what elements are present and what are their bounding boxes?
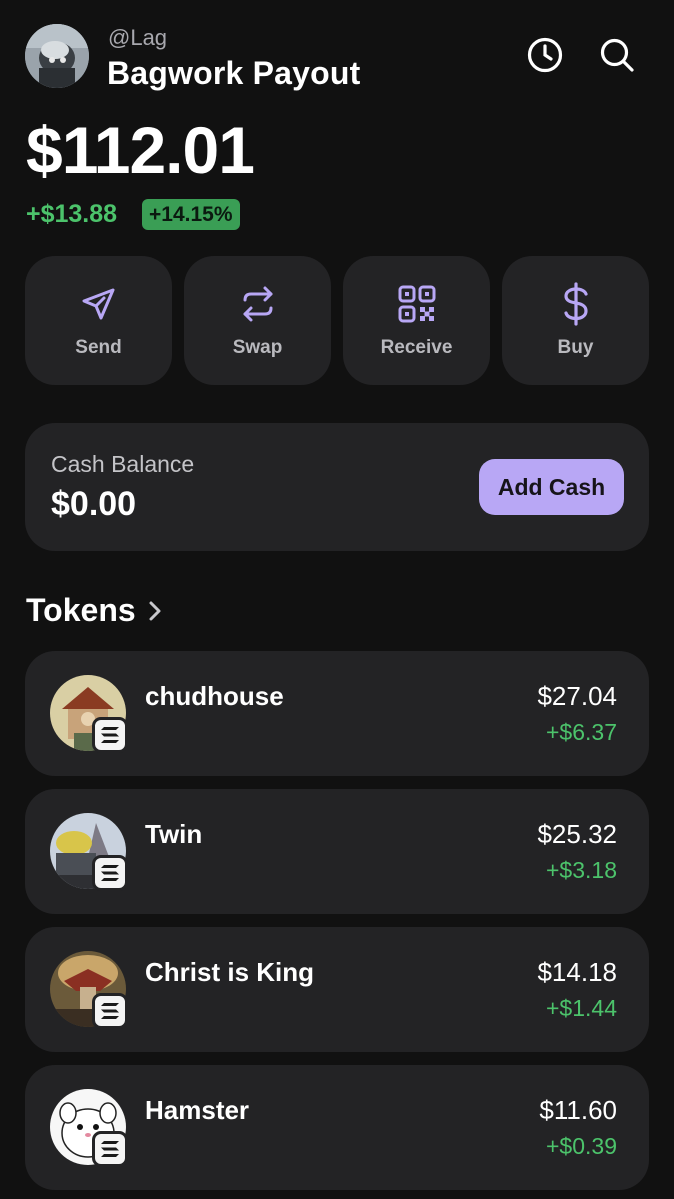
token-name: chudhouse xyxy=(145,681,284,711)
portfolio-total: $112.01 xyxy=(26,113,255,187)
quick-actions: Send Swap Receive Buy xyxy=(25,256,649,385)
tokens-section-header[interactable]: Tokens xyxy=(26,592,162,629)
token-change: +$3.18 xyxy=(546,857,617,883)
token-change: +$1.44 xyxy=(546,995,617,1021)
token-row[interactable]: Christ is King $14.18 +$1.44 xyxy=(25,927,649,1052)
cash-balance-value: $0.00 xyxy=(51,485,137,523)
add-cash-button[interactable]: Add Cash xyxy=(479,459,624,515)
wallet-name[interactable]: Bagwork Payout xyxy=(107,55,361,92)
user-handle: @Lag xyxy=(108,25,168,50)
search-icon[interactable] xyxy=(596,34,638,76)
cash-balance-label: Cash Balance xyxy=(51,451,195,477)
solana-chain-badge xyxy=(92,855,128,891)
tokens-title: Tokens xyxy=(26,592,136,628)
receive-button[interactable]: Receive xyxy=(343,256,490,385)
receive-label: Receive xyxy=(380,337,453,358)
avatar[interactable] xyxy=(25,24,89,88)
token-name: Hamster xyxy=(145,1095,250,1125)
history-icon[interactable] xyxy=(524,34,566,76)
solana-chain-badge xyxy=(92,717,128,753)
send-label: Send xyxy=(75,337,122,358)
token-change: +$6.37 xyxy=(546,719,617,745)
token-row[interactable]: Hamster $11.60 +$0.39 xyxy=(25,1065,649,1190)
token-value: $27.04 xyxy=(537,681,617,711)
solana-chain-badge xyxy=(92,993,128,1029)
token-value: $14.18 xyxy=(537,957,617,987)
buy-label: Buy xyxy=(557,337,594,358)
portfolio-change-amount: +$13.88 xyxy=(26,200,118,228)
wallet-screen: @Lag Bagwork Payout $112.01 +$13.88 +14.… xyxy=(0,0,674,1199)
qr-code-icon xyxy=(395,282,439,326)
token-value: $25.32 xyxy=(537,819,617,849)
cash-balance-card: Cash Balance $0.00 Add Cash xyxy=(25,423,649,551)
swap-button[interactable]: Swap xyxy=(184,256,331,385)
swap-icon xyxy=(236,282,280,326)
swap-label: Swap xyxy=(232,337,283,358)
token-row[interactable]: Twin $25.32 +$3.18 xyxy=(25,789,649,914)
portfolio-change-percent-badge: +14.15% xyxy=(142,199,240,230)
solana-chain-badge xyxy=(92,1131,128,1167)
send-icon xyxy=(77,282,121,326)
token-change: +$0.39 xyxy=(546,1133,617,1159)
buy-button[interactable]: Buy xyxy=(502,256,649,385)
dollar-icon xyxy=(554,282,598,326)
chevron-right-icon xyxy=(148,600,162,622)
send-button[interactable]: Send xyxy=(25,256,172,385)
token-value: $11.60 xyxy=(539,1095,617,1125)
token-name: Twin xyxy=(145,819,203,849)
token-row[interactable]: chudhouse $27.04 +$6.37 xyxy=(25,651,649,776)
token-name: Christ is King xyxy=(145,957,315,987)
